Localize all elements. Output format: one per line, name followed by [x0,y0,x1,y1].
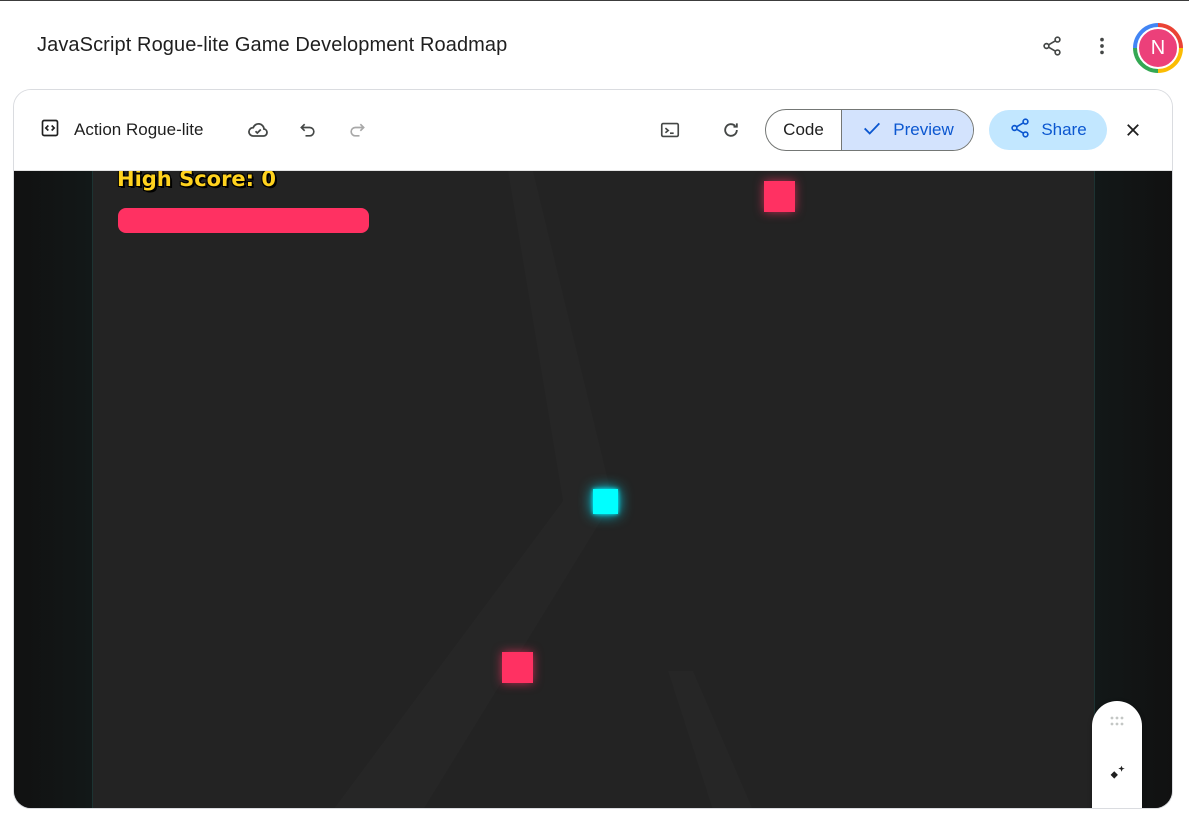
enemy-square [764,181,795,212]
check-icon [861,117,883,144]
close-icon[interactable] [1115,112,1151,148]
left-gutter [14,171,92,808]
share-icon[interactable] [1034,28,1070,64]
sparkle-edit-icon[interactable] [1092,759,1142,789]
app-name: Action Rogue-lite [74,120,204,139]
refresh-icon[interactable] [713,112,749,148]
app-name-group: Action Rogue-lite [40,117,203,143]
undo-icon[interactable] [290,112,326,148]
share-label: Share [1041,120,1087,139]
app-header: JavaScript Rogue-lite Game Development R… [0,1,1189,89]
preview-tab-button[interactable]: Preview [842,110,973,150]
terminal-icon[interactable] [652,112,688,148]
canvas-toolbar: Action Rogue-lite Code Preview Share [14,90,1172,171]
code-preview-toggle: Code Preview [765,109,974,151]
cloud-save-icon[interactable] [240,112,276,148]
share-button[interactable]: Share [989,110,1107,150]
code-tab-button[interactable]: Code [766,110,842,150]
player-square [593,489,618,514]
enemy-square [502,652,533,683]
floating-tool-pill [1092,701,1142,808]
more-vert-icon[interactable] [1084,28,1120,64]
avatar-letter: N [1137,27,1179,69]
player-health-bar [118,208,369,233]
share-icon [1009,117,1031,144]
document-title: JavaScript Rogue-lite Game Development R… [37,34,508,56]
canvas-panel: Action Rogue-lite Code Preview Share Hig… [13,89,1173,809]
game-preview[interactable]: High Score: 0 [14,171,1172,808]
code-brackets-icon [40,118,60,143]
preview-label: Preview [893,120,954,139]
drag-handle-icon[interactable] [1092,711,1142,731]
redo-icon[interactable] [339,112,375,148]
avatar[interactable]: N [1133,23,1183,73]
high-score-text: High Score: 0 [117,171,276,191]
